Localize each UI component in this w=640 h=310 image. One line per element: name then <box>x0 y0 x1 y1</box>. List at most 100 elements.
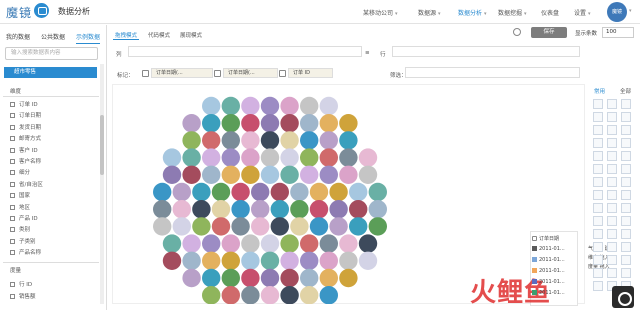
bubble[interactable] <box>329 217 348 236</box>
bubble[interactable] <box>300 268 319 288</box>
bubble[interactable] <box>182 234 201 253</box>
bubble[interactable] <box>162 234 182 253</box>
bubble[interactable] <box>221 165 240 184</box>
bubble[interactable] <box>251 217 270 236</box>
chart-type-icon[interactable] <box>593 255 603 265</box>
chart-type-icon[interactable] <box>621 151 631 161</box>
nav-dashboard[interactable]: 仪表盘 <box>541 8 559 17</box>
bubble[interactable] <box>339 251 358 270</box>
bubble[interactable] <box>202 268 221 288</box>
tab-common[interactable]: 常用 <box>594 87 605 95</box>
bubble[interactable] <box>309 182 329 202</box>
bubble[interactable] <box>280 286 299 304</box>
size-mark-icon[interactable] <box>214 70 221 77</box>
field-item[interactable]: 类别 <box>10 225 30 233</box>
bubble[interactable] <box>260 114 280 133</box>
bubble[interactable] <box>290 217 309 236</box>
bubble[interactable] <box>280 251 299 270</box>
bubble[interactable] <box>202 165 221 184</box>
chart-type-icon[interactable] <box>607 216 617 226</box>
chart-type-icon[interactable] <box>593 268 603 278</box>
bubble[interactable] <box>309 200 329 219</box>
bubble[interactable] <box>319 234 338 253</box>
bubble[interactable] <box>358 148 378 167</box>
bubble[interactable] <box>319 286 338 304</box>
tab-display-mode[interactable]: 展现模式 <box>180 31 202 39</box>
bubble[interactable] <box>251 200 270 219</box>
chart-type-icon[interactable] <box>621 203 631 213</box>
bubble[interactable] <box>260 234 280 253</box>
bubble[interactable] <box>260 131 280 150</box>
expand-icon[interactable]: ≡ <box>365 50 370 56</box>
chart-type-icon[interactable] <box>593 281 603 291</box>
avatar[interactable]: 魔镜 <box>607 2 627 22</box>
field-item[interactable]: 订单 ID <box>10 100 38 108</box>
bubble[interactable] <box>300 96 319 116</box>
legend-item[interactable]: 2011-01... <box>532 268 565 274</box>
bubble[interactable] <box>368 200 387 219</box>
field-item[interactable]: 客户 ID <box>10 146 38 154</box>
nav-company[interactable]: 某移动公司 ▾ <box>363 8 398 17</box>
chart-type-icon[interactable] <box>593 138 603 148</box>
chart-type-icon[interactable] <box>607 268 617 278</box>
bubble[interactable] <box>241 114 260 133</box>
bubble[interactable] <box>162 165 182 184</box>
chart-type-icon[interactable] <box>607 255 617 265</box>
chart-type-icon[interactable] <box>593 164 603 174</box>
chart-type-icon[interactable] <box>593 216 603 226</box>
chart-type-icon[interactable] <box>593 229 603 239</box>
bubble[interactable] <box>202 148 221 167</box>
bubble[interactable] <box>280 165 299 184</box>
bubble[interactable] <box>260 286 280 304</box>
bubble[interactable] <box>221 286 240 304</box>
bubble[interactable] <box>319 251 338 270</box>
bubble[interactable] <box>260 165 280 184</box>
bubble[interactable] <box>172 217 191 236</box>
bubble[interactable] <box>339 131 358 150</box>
bubble[interactable] <box>162 148 182 167</box>
bubble[interactable] <box>221 96 240 116</box>
bubble[interactable] <box>290 182 309 202</box>
bubble[interactable] <box>202 234 221 253</box>
bubble[interactable] <box>280 96 299 116</box>
bubble[interactable] <box>182 114 201 133</box>
bubble[interactable] <box>358 234 378 253</box>
bubble[interactable] <box>270 200 289 219</box>
bubble[interactable] <box>300 114 319 133</box>
chart-type-icon[interactable] <box>593 151 603 161</box>
bubble[interactable] <box>182 165 201 184</box>
bubble[interactable] <box>192 182 211 202</box>
bubble[interactable] <box>300 165 319 184</box>
bubble[interactable] <box>300 131 319 150</box>
bubble[interactable] <box>172 182 191 202</box>
bubble[interactable] <box>290 200 309 219</box>
bubble[interactable] <box>329 182 348 202</box>
chart-type-icon[interactable] <box>607 112 617 122</box>
chart-type-icon[interactable] <box>607 99 617 109</box>
bubble[interactable] <box>153 217 172 236</box>
chart-type-icon[interactable] <box>621 138 631 148</box>
bubble[interactable] <box>260 148 280 167</box>
bubble[interactable] <box>182 251 201 270</box>
bubble[interactable] <box>241 268 260 288</box>
field-item[interactable]: 产品名称 <box>10 248 41 256</box>
filter-shelf[interactable] <box>405 67 580 78</box>
chart-type-icon[interactable] <box>607 177 617 187</box>
bubble[interactable] <box>182 148 201 167</box>
bubble[interactable] <box>153 182 172 202</box>
field-item[interactable]: 省/自治区 <box>10 180 43 188</box>
bubble[interactable] <box>319 114 338 133</box>
bubble[interactable] <box>339 114 358 133</box>
chart-type-icon[interactable] <box>621 164 631 174</box>
bubble[interactable] <box>221 131 240 150</box>
mark-chip[interactable]: 订单日期(... <box>151 68 213 78</box>
chart-type-icon[interactable] <box>621 268 631 278</box>
nav-datasource[interactable]: 数据源 ▾ <box>418 8 441 17</box>
bubble[interactable] <box>260 251 280 270</box>
bubble[interactable] <box>241 131 260 150</box>
nav-analysis[interactable]: 数据分析 ▾ <box>458 8 487 17</box>
field-item[interactable]: 产品 ID <box>10 214 38 222</box>
bubble[interactable] <box>241 165 260 184</box>
field-item[interactable]: 国家 <box>10 191 30 199</box>
bubble[interactable] <box>280 268 299 288</box>
